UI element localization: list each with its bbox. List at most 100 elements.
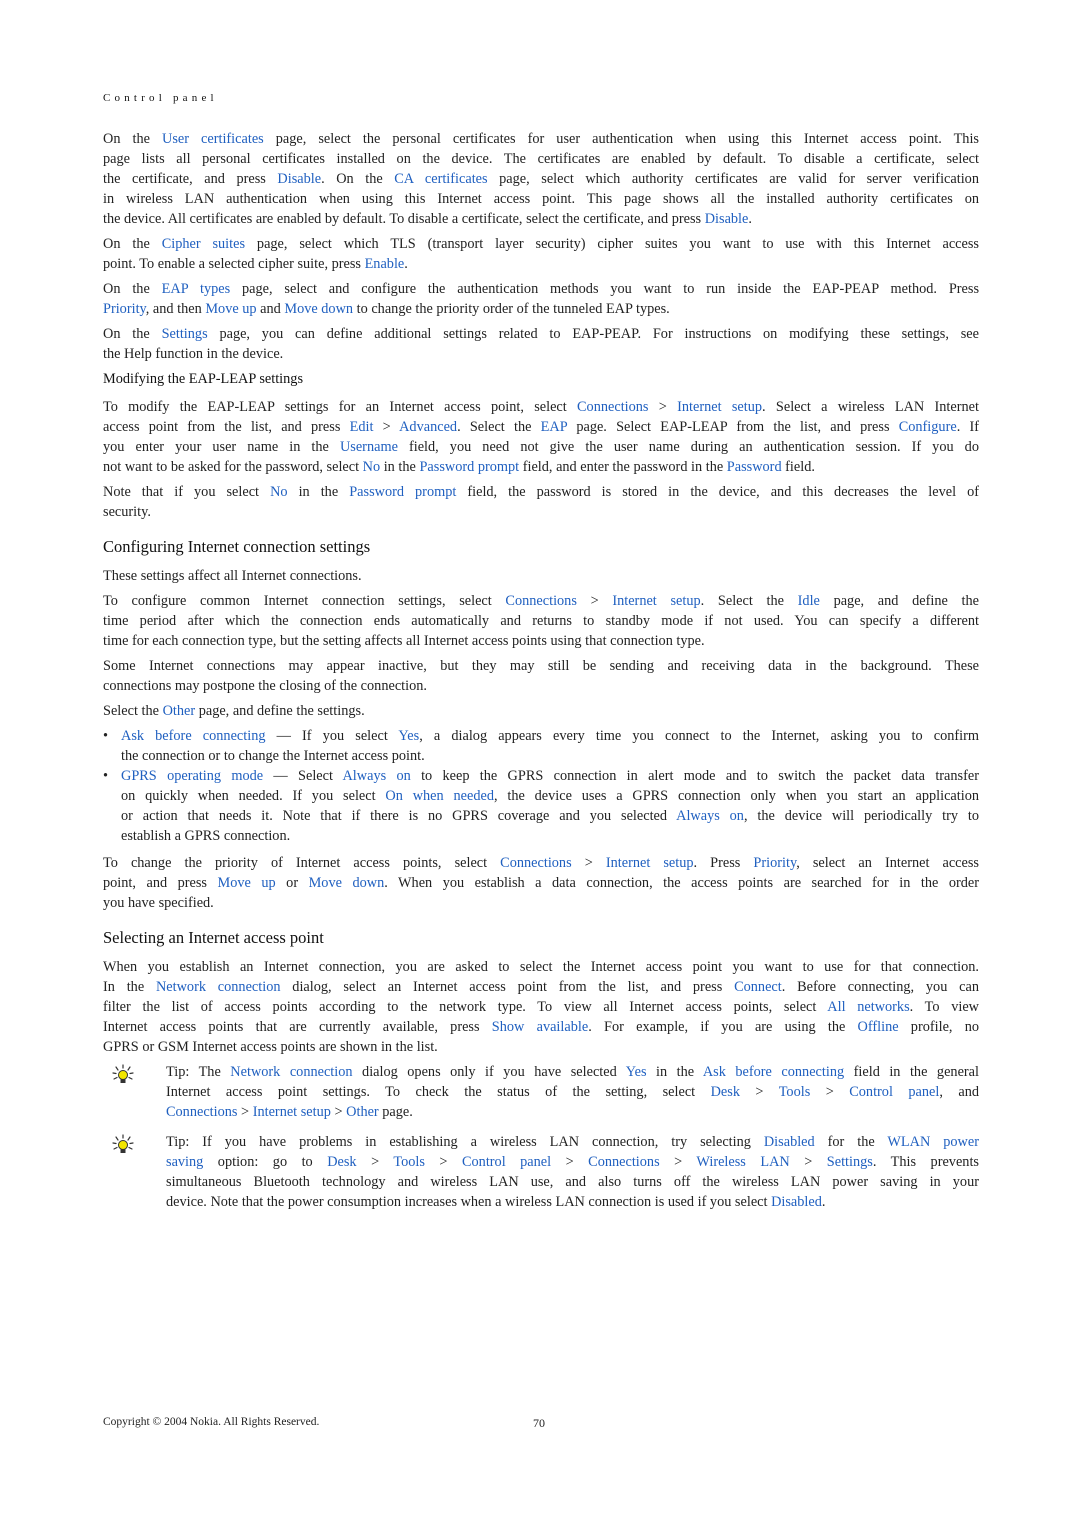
ui-term-disable[interactable]: Disable xyxy=(277,171,321,187)
ui-term-ca-certificates[interactable]: CA certificates xyxy=(394,171,487,187)
ui-term-enable[interactable]: Enable xyxy=(365,256,405,272)
ui-term-eap-types[interactable]: EAP types xyxy=(162,281,231,297)
text-run: page, and define the xyxy=(819,593,979,609)
text-line: On the Settings page, you can define add… xyxy=(103,324,979,344)
ui-term-move-down[interactable]: Move down xyxy=(284,301,353,317)
ui-term-user-certificates[interactable]: User certificates xyxy=(162,131,264,147)
text-run: time for each connection type, but the s… xyxy=(103,633,705,649)
text-line: the certificate, and press Disable. On t… xyxy=(103,169,979,189)
text-run: the certificate, and press xyxy=(103,171,278,187)
ui-term-password-prompt[interactable]: Password prompt xyxy=(419,459,519,475)
ui-term-network-connection[interactable]: Network connection xyxy=(230,1064,352,1080)
ui-term-connections[interactable]: Connections xyxy=(500,855,571,871)
ui-term-control-panel[interactable]: Control panel xyxy=(849,1084,939,1100)
ui-term-settings[interactable]: Settings xyxy=(162,326,208,342)
text-line: GPRS or GSM Internet access points are s… xyxy=(103,1037,979,1057)
ui-term-ask-before-connecting[interactable]: Ask before connecting xyxy=(703,1064,844,1080)
ui-term-move-up[interactable]: Move up xyxy=(205,301,256,317)
text-line: security. xyxy=(103,502,979,522)
text-run: field, and enter the password in the xyxy=(519,459,727,475)
ui-term-other[interactable]: Other xyxy=(163,703,196,719)
ui-term-saving[interactable]: saving xyxy=(166,1154,203,1170)
text-run: page, select the personal certificates f… xyxy=(263,131,979,147)
text-run: Internet access point settings. To check… xyxy=(166,1084,711,1100)
ui-term-on-when-needed[interactable]: On when needed xyxy=(385,788,494,804)
ui-term-show-available[interactable]: Show available xyxy=(492,1019,588,1035)
ui-term-connections[interactable]: Connections xyxy=(505,593,576,609)
ui-term-wlan-power[interactable]: WLAN power xyxy=(887,1134,979,1150)
ui-term-disabled[interactable]: Disabled xyxy=(764,1134,815,1150)
ui-term-connections[interactable]: Connections xyxy=(588,1154,659,1170)
text-line: Tip: The Network connection dialog opens… xyxy=(166,1062,979,1082)
ui-term-configure[interactable]: Configure xyxy=(899,419,957,435)
ui-term-idle[interactable]: Idle xyxy=(798,593,820,609)
ui-term-password-prompt[interactable]: Password prompt xyxy=(349,484,456,500)
text-line: Priority, and then Move up and Move down… xyxy=(103,299,979,319)
ui-term-desk[interactable]: Desk xyxy=(327,1154,356,1170)
ui-term-yes[interactable]: Yes xyxy=(626,1064,647,1080)
ui-term-no[interactable]: No xyxy=(270,484,287,500)
ui-term-tools[interactable]: Tools xyxy=(393,1154,425,1170)
ui-term-internet-setup[interactable]: Internet setup xyxy=(606,855,694,871)
ui-term-eap[interactable]: EAP xyxy=(541,419,567,435)
ui-term-move-up[interactable]: Move up xyxy=(218,875,276,891)
text-line: To configure common Internet connection … xyxy=(103,591,979,611)
ui-term-disabled[interactable]: Disabled xyxy=(771,1194,822,1210)
text-run: > xyxy=(739,1084,779,1100)
text-run: — If you select xyxy=(265,728,399,744)
text-run: . Press xyxy=(693,855,754,871)
ui-term-connections[interactable]: Connections xyxy=(166,1104,237,1120)
ui-term-all-networks[interactable]: All networks xyxy=(827,999,909,1015)
ui-term-tools[interactable]: Tools xyxy=(779,1084,811,1100)
ui-term-priority[interactable]: Priority xyxy=(103,301,146,317)
ui-term-desk[interactable]: Desk xyxy=(711,1084,740,1100)
ui-term-internet-setup[interactable]: Internet setup xyxy=(677,399,762,415)
ui-term-ask-before-connecting[interactable]: Ask before connecting xyxy=(121,728,266,744)
text-run: Select the xyxy=(103,703,163,719)
paragraph: On the Cipher suites page, select which … xyxy=(103,234,979,274)
ui-term-advanced[interactable]: Advanced xyxy=(399,419,457,435)
ui-term-other[interactable]: Other xyxy=(346,1104,379,1120)
ui-term-connect[interactable]: Connect xyxy=(734,979,782,995)
paragraph: To modify the EAP-LEAP settings for an I… xyxy=(103,397,979,477)
text-run: . Select a wireless LAN Internet xyxy=(762,399,979,415)
ui-term-priority[interactable]: Priority xyxy=(753,855,796,871)
text-run: and xyxy=(256,301,285,317)
text-run: page, select which TLS (transport layer … xyxy=(245,236,979,252)
text-run: field, the password is stored in the dev… xyxy=(456,484,980,500)
ui-term-settings[interactable]: Settings xyxy=(827,1154,873,1170)
ui-term-internet-setup[interactable]: Internet setup xyxy=(253,1104,331,1120)
tip-note: Tip: If you have problems in establishin… xyxy=(103,1132,979,1212)
text-line: point, and press Move up or Move down. W… xyxy=(103,873,979,893)
ui-term-gprs-operating-mode[interactable]: GPRS operating mode xyxy=(121,768,263,784)
ui-term-wireless-lan[interactable]: Wireless LAN xyxy=(696,1154,789,1170)
copyright-footer: Copyright © 2004 Nokia. All Rights Reser… xyxy=(103,1416,320,1428)
ui-term-disable[interactable]: Disable xyxy=(705,211,749,227)
ui-term-control-panel[interactable]: Control panel xyxy=(462,1154,551,1170)
text-run: filter the list of access points accordi… xyxy=(103,999,828,1015)
text-run: > xyxy=(330,1104,347,1120)
ui-term-internet-setup[interactable]: Internet setup xyxy=(612,593,700,609)
ui-term-password[interactable]: Password xyxy=(727,459,782,475)
text-run: to keep the GPRS connection in alert mod… xyxy=(410,768,979,784)
ui-term-always-on[interactable]: Always on xyxy=(342,768,410,784)
ui-term-always-on[interactable]: Always on xyxy=(676,808,744,824)
text-run: > xyxy=(571,855,606,871)
ui-term-connections[interactable]: Connections xyxy=(577,399,648,415)
text-line: you enter your user name in the Username… xyxy=(103,437,979,457)
text-run: , the device uses a GPRS connection only… xyxy=(493,788,979,804)
section-heading: Selecting an Internet access point xyxy=(103,928,324,947)
ui-term-yes[interactable]: Yes xyxy=(398,728,419,744)
text-line: Internet access point settings. To check… xyxy=(166,1082,979,1102)
ui-term-username[interactable]: Username xyxy=(340,439,398,455)
ui-term-no[interactable]: No xyxy=(363,459,380,475)
ui-term-offline[interactable]: Offline xyxy=(858,1019,899,1035)
text-line: the connection or to change the Internet… xyxy=(121,746,979,766)
text-run: > xyxy=(356,1154,394,1170)
text-run: When you establish an Internet connectio… xyxy=(103,959,979,975)
ui-term-network-connection[interactable]: Network connection xyxy=(156,979,281,995)
text-run: simultaneous Bluetooth technology and wi… xyxy=(166,1174,979,1190)
ui-term-cipher-suites[interactable]: Cipher suites xyxy=(162,236,245,252)
ui-term-move-down[interactable]: Move down xyxy=(309,875,385,891)
ui-term-edit[interactable]: Edit xyxy=(350,419,374,435)
